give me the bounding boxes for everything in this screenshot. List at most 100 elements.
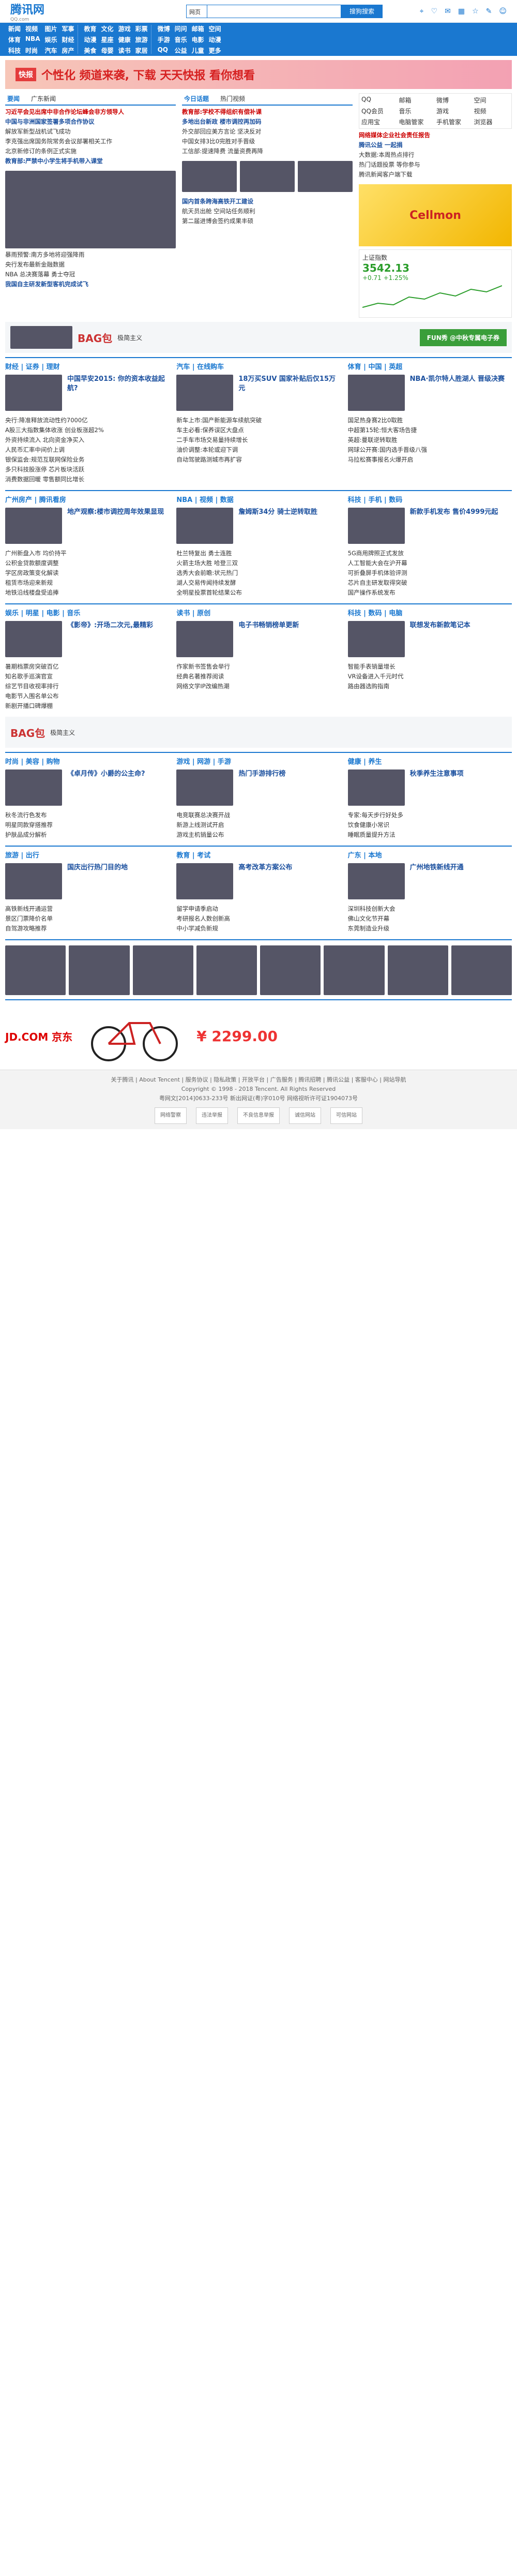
tab[interactable]: 热门视频	[218, 93, 247, 105]
gallery-photo[interactable]	[387, 945, 448, 995]
service-link[interactable]: 邮箱	[399, 96, 435, 105]
feature-headline[interactable]: 广州地铁新线开通	[410, 863, 464, 872]
nav-link[interactable]: 教育	[84, 24, 97, 33]
list-item[interactable]: 明星同款穿搭推荐	[5, 820, 169, 830]
nav-link[interactable]: 美食	[84, 46, 97, 55]
nav-link[interactable]: 家居	[135, 46, 148, 55]
gallery-photo[interactable]	[324, 945, 385, 995]
list-item[interactable]: 外资持续流入 北向资金净买入	[5, 435, 169, 445]
nav-link[interactable]: 星座	[101, 35, 114, 44]
section-title[interactable]: 旅游 | 出行	[5, 850, 39, 860]
nav-link[interactable]: 游戏	[118, 24, 131, 33]
section-title[interactable]: 健康 | 养生	[348, 756, 382, 766]
search-button[interactable]: 搜狗搜索	[341, 4, 383, 18]
feature-headline[interactable]: 《卓月传》小爵的公主命?	[67, 769, 145, 779]
list-item[interactable]: 腾讯新闻客户端下载	[359, 170, 512, 180]
feature-headline[interactable]: 《影帝》:开场二次元,最精彩	[67, 621, 153, 630]
grid-icon[interactable]: ▦	[458, 7, 465, 16]
list-item[interactable]: 留学申请季启动	[176, 904, 340, 914]
list-item[interactable]: 智能手表销量增长	[348, 662, 512, 672]
service-link[interactable]: 游戏	[436, 107, 472, 115]
list-item[interactable]: 电竞联赛总决赛开战	[176, 810, 340, 820]
section-photo[interactable]	[176, 769, 234, 806]
nav-link[interactable]: 音乐	[175, 35, 187, 44]
section-title[interactable]: 教育 | 考试	[176, 850, 210, 860]
section-photo[interactable]	[176, 375, 234, 411]
list-item[interactable]: 中国与非洲国家签署多项合作协议	[5, 117, 176, 127]
list-item[interactable]: 大数据:本周热点排行	[359, 150, 512, 160]
footer-badge[interactable]: 违法举报	[196, 1107, 228, 1124]
footer-badge[interactable]: 可信网站	[330, 1107, 362, 1124]
service-link[interactable]: 手机管家	[436, 117, 472, 126]
list-item[interactable]: 中小学减负新规	[176, 924, 340, 934]
feature-headline[interactable]: 詹姆斯34分 骑士逆转取胜	[238, 508, 317, 517]
tab[interactable]: 今日话题	[182, 93, 211, 105]
list-item[interactable]: 广州新盘入市 均价持平	[5, 549, 169, 558]
pin-icon[interactable]: ⌖	[420, 7, 424, 16]
list-item[interactable]: 睡眠质量提升方法	[348, 830, 512, 840]
gallery-photo[interactable]	[451, 945, 512, 995]
list-item[interactable]: 消费数据回暖 零售额同比增长	[5, 475, 169, 484]
section-photo[interactable]	[5, 621, 62, 657]
list-item[interactable]: 国足热身赛2比0取胜	[348, 416, 512, 425]
list-item[interactable]: 李克强出席国务院常务会议部署相关工作	[5, 137, 176, 146]
list-item[interactable]: 航天员出舱 空间站任务顺利	[182, 206, 353, 216]
list-item[interactable]: 湖人交易传闻持续发酵	[176, 578, 340, 588]
list-item[interactable]: 网络媒体企业社会责任报告	[359, 130, 512, 140]
list-item[interactable]: 网络文学IP改编热潮	[176, 682, 340, 691]
list-item[interactable]: 护肤品成分解析	[5, 830, 169, 840]
list-item[interactable]: 教育部:学校不得组织有偿补课	[182, 107, 353, 117]
section-photo[interactable]	[176, 863, 234, 899]
section-title[interactable]: 汽车 | 在线购车	[176, 361, 224, 371]
search-input[interactable]	[207, 4, 341, 18]
nav-link[interactable]: 更多	[209, 46, 221, 55]
list-item[interactable]: 新游上线测试开启	[176, 820, 340, 830]
section-photo[interactable]	[176, 508, 234, 544]
list-item[interactable]: 学区房政策变化解读	[5, 568, 169, 578]
section-title[interactable]: 科技 | 数码 | 电脑	[348, 608, 403, 617]
list-item[interactable]: 火箭主场大胜 哈登三双	[176, 558, 340, 568]
nav-link[interactable]: 娱乐	[45, 35, 57, 44]
list-item[interactable]: 腾讯公益 一起捐	[359, 140, 512, 150]
list-item[interactable]: 国产操作系统发布	[348, 588, 512, 598]
promo-banner[interactable]: 快报 个性化 频道来袭, 下载 天天快报 看你想看	[5, 60, 512, 89]
list-item[interactable]: 央行:降准释放流动性约7000亿	[5, 416, 169, 425]
list-item[interactable]: 暴雨预警:南方多地将迎强降雨	[5, 250, 176, 260]
service-link[interactable]: 视频	[474, 107, 510, 115]
mail-icon[interactable]: ✉	[445, 7, 451, 16]
list-item[interactable]: 作家新书签售会举行	[176, 662, 340, 672]
list-item[interactable]: 考研报名人数创新高	[176, 914, 340, 924]
list-item[interactable]: 自驾游攻略推荐	[5, 924, 169, 934]
list-item[interactable]: 电影节入围名单公布	[5, 691, 169, 701]
list-item[interactable]: 5G商用牌照正式发放	[348, 549, 512, 558]
service-link[interactable]: 音乐	[399, 107, 435, 115]
nav-link[interactable]: 母婴	[101, 46, 114, 55]
list-item[interactable]: 知名歌手巡演官宣	[5, 672, 169, 682]
section-ad[interactable]: BAG包 极简主义	[5, 717, 512, 748]
list-item[interactable]: 车主必看:保养误区大盘点	[176, 425, 340, 435]
list-item[interactable]: 东莞制造业升级	[348, 924, 512, 934]
feature-headline[interactable]: 新款手机发布 售价4999元起	[410, 508, 498, 517]
section-title[interactable]: 时尚 | 美容 | 购物	[5, 756, 60, 766]
site-logo[interactable]: 腾讯网 QQ.com	[10, 1, 103, 22]
feature-headline[interactable]: NBA·凯尔特人胜湖人 晋级决赛	[410, 375, 505, 384]
gallery-photo[interactable]	[196, 945, 257, 995]
nav-link[interactable]: 军事	[62, 24, 74, 33]
service-link[interactable]: 浏览器	[474, 117, 510, 126]
list-item[interactable]: 马拉松赛事报名火爆开启	[348, 455, 512, 465]
list-item[interactable]: 全明星投票首轮结果公布	[176, 588, 340, 598]
list-item[interactable]: 人工智能大会在沪开幕	[348, 558, 512, 568]
gallery-photo[interactable]	[69, 945, 130, 995]
section-title[interactable]: 广州房产 | 腾讯看房	[5, 494, 66, 504]
nav-link[interactable]: 科技	[8, 46, 21, 55]
section-photo[interactable]	[5, 508, 62, 544]
nav-link[interactable]: 体育	[8, 35, 21, 44]
list-item[interactable]: 游戏主机销量公布	[176, 830, 340, 840]
video-thumb[interactable]	[182, 161, 237, 192]
list-item[interactable]: 地铁沿线楼盘受追捧	[5, 588, 169, 598]
nav-link[interactable]: 健康	[118, 35, 131, 44]
ad-right[interactable]: FUN秀 @中秋专属电子券	[419, 329, 507, 346]
list-item[interactable]: 中国女排3比0完胜对手晋级	[182, 137, 353, 146]
gallery-photo[interactable]	[132, 945, 193, 995]
feature-headline[interactable]: 电子书畅销榜单更新	[238, 621, 299, 630]
